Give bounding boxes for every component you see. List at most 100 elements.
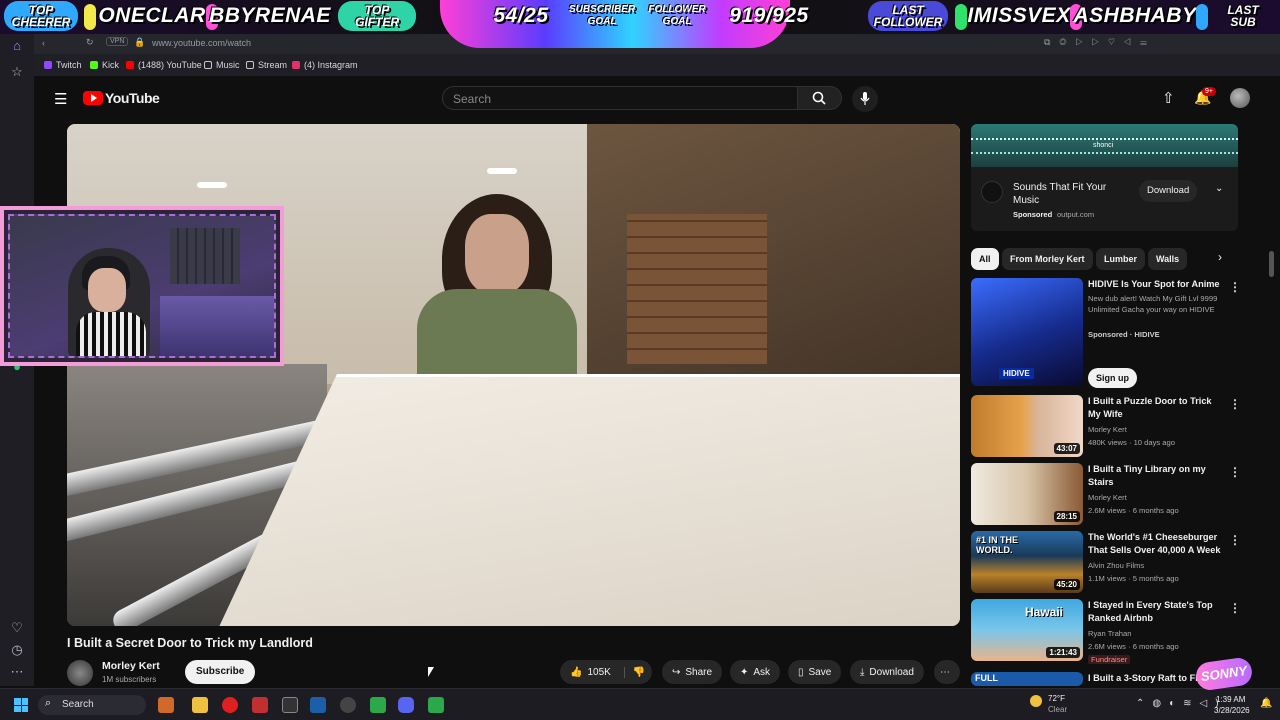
star-icon[interactable]: ☆	[9, 64, 25, 80]
windows-start-icon[interactable]	[14, 698, 28, 712]
sign-up-button[interactable]: Sign up	[1088, 368, 1137, 388]
taskbar-search[interactable]: ⌕ Search	[38, 695, 146, 715]
bookmark-instagram[interactable]: (4) Instagram	[292, 60, 358, 70]
save-button[interactable]: ▯ Save	[788, 660, 842, 684]
video-title[interactable]: HIDIVE Is Your Spot for Anime	[1088, 278, 1223, 291]
scrollbar-thumb[interactable]	[1269, 251, 1274, 277]
bookmark-kick[interactable]: Kick	[90, 60, 119, 70]
chip-from-channel[interactable]: From Morley Kert	[1002, 248, 1093, 270]
more-options-icon[interactable]: ⋮	[1229, 465, 1241, 479]
more-actions-button[interactable]: ⋯	[934, 660, 960, 684]
notification-center-icon[interactable]: 🔔	[1260, 698, 1272, 709]
discord-icon[interactable]	[398, 697, 414, 713]
clock-time[interactable]: 1:39 AM	[1216, 695, 1245, 704]
youtube-logo-text[interactable]: YouTube	[105, 90, 160, 106]
channel-avatar[interactable]	[67, 660, 93, 686]
video-title[interactable]: I Built a Tiny Library on my Stairs	[1088, 463, 1223, 489]
chip-all[interactable]: All	[971, 248, 999, 270]
waveform-line	[971, 152, 1238, 154]
like-button[interactable]: 👍 105K 👎	[560, 660, 652, 684]
chevron-down-icon[interactable]: ⌄	[1215, 183, 1223, 194]
sparkle-icon: ✦	[740, 666, 749, 678]
subscriber-count: 1M subscribers	[102, 675, 157, 684]
list-item[interactable]: 43:07 I Built a Puzzle Door to Trick My …	[971, 395, 1251, 459]
video-title[interactable]: The World's #1 Cheeseburger That Sells O…	[1088, 531, 1223, 557]
thumbs-down-icon[interactable]: 👎	[623, 666, 645, 678]
bookmark-twitch[interactable]: Twitch	[44, 60, 82, 70]
lock-icon: 🔒	[134, 37, 146, 47]
ad-title[interactable]: Sounds That Fit Your Music	[1013, 181, 1123, 207]
search-input[interactable]: Search	[442, 86, 798, 110]
video-thumbnail[interactable]: HIDIVE	[971, 278, 1083, 386]
video-title[interactable]: I Built a Puzzle Door to Trick My Wife	[1088, 395, 1223, 421]
share-button[interactable]: ↪ Share	[662, 660, 723, 684]
youtube-page: ☰ YouTube Search ⇧ 🔔 9+ I Built a Secret…	[34, 76, 1280, 686]
more-options-icon[interactable]: ⋮	[1229, 280, 1241, 294]
ad-logo	[981, 181, 1003, 203]
app-icon[interactable]	[252, 697, 268, 713]
video-thumbnail[interactable]: Hawaii 1:21:43	[971, 599, 1083, 661]
clock-date[interactable]: 3/28/2026	[1214, 706, 1250, 715]
more-options-icon[interactable]: ⋮	[1229, 397, 1241, 411]
youtube-icon	[126, 61, 134, 69]
bookmark-stream[interactable]: Stream	[246, 60, 287, 70]
bookmark-music[interactable]: Music	[204, 60, 240, 70]
download-button[interactable]: ⤓ Download	[850, 660, 924, 684]
menu-icon[interactable]: ☰	[54, 90, 67, 108]
kick-icon	[90, 61, 98, 69]
video-thumbnail[interactable]: FULL	[971, 672, 1083, 686]
chevron-right-icon[interactable]: ›	[1218, 250, 1222, 264]
app-icon[interactable]	[340, 697, 356, 713]
follower-goal-label: FOLLOWER GOAL	[648, 4, 706, 27]
video-title[interactable]: I Stayed in Every State's Top Ranked Air…	[1088, 599, 1223, 625]
more-options-icon[interactable]: ⋮	[1229, 601, 1241, 615]
video-thumbnail[interactable]: 43:07	[971, 395, 1083, 457]
ad-download-button[interactable]: Download	[1139, 180, 1198, 202]
system-tray-icons[interactable]: ⌃◍◐≋◁)	[1136, 698, 1227, 709]
upload-icon[interactable]: ⇧	[1162, 89, 1175, 107]
xbox-icon[interactable]	[428, 697, 444, 713]
chip-lumber[interactable]: Lumber	[1096, 248, 1146, 270]
avatar[interactable]	[1230, 88, 1250, 108]
bookmark-label: Stream	[258, 60, 288, 70]
chip-walls[interactable]: Walls	[1148, 248, 1188, 270]
search-button[interactable]	[798, 86, 842, 110]
epic-games-icon[interactable]	[282, 697, 298, 713]
history-icon[interactable]: ◷	[9, 642, 25, 658]
thumbnail-text: #1 IN THE WORLD.	[976, 535, 1019, 555]
ad-card[interactable]: Sounds That Fit Your Music Sponsored out…	[971, 167, 1238, 231]
weather-temp[interactable]: 72°F	[1048, 694, 1065, 703]
video-player[interactable]	[67, 124, 960, 626]
more-icon[interactable]: ⋯	[9, 664, 25, 680]
back-icon[interactable]: ‹	[42, 38, 45, 48]
channel-name[interactable]: Morley Kert	[102, 660, 160, 672]
video-thumbnail[interactable]: #1 IN THE WORLD. 45:20	[971, 531, 1083, 593]
more-options-icon[interactable]: ⋮	[1229, 533, 1241, 547]
opera-browser-icon[interactable]	[222, 697, 238, 713]
voice-search-button[interactable]	[852, 86, 878, 112]
follower-goal-value: 919/925	[729, 4, 809, 27]
list-item[interactable]: 28:15 I Built a Tiny Library on my Stair…	[971, 463, 1251, 527]
ask-button[interactable]: ✦ Ask	[730, 660, 781, 684]
url-text[interactable]: www.youtube.com/watch	[152, 38, 251, 48]
xbox-icon[interactable]	[370, 697, 386, 713]
list-item[interactable]: HIDIVE HIDIVE Is Your Spot for Anime New…	[971, 278, 1251, 388]
list-item[interactable]: Hawaii 1:21:43 I Stayed in Every State's…	[971, 599, 1251, 669]
heart-icon[interactable]: ♡	[9, 620, 25, 636]
ceiling-light	[487, 168, 517, 174]
vpn-badge[interactable]: VPN	[106, 37, 129, 46]
reload-icon[interactable]: ↻	[86, 37, 94, 48]
weather-icon[interactable]	[1030, 695, 1042, 707]
youtube-logo-icon[interactable]	[83, 91, 103, 105]
steam-icon[interactable]	[310, 697, 326, 713]
home-icon[interactable]: ⌂	[9, 38, 25, 54]
file-explorer-icon[interactable]	[192, 697, 208, 713]
app-icon[interactable]	[158, 697, 174, 713]
browser-toolbar-icons[interactable]: ⧉◎▷▷♡◁☰	[1044, 37, 1156, 48]
ad-banner-image[interactable]: shonci	[971, 124, 1238, 167]
list-item[interactable]: #1 IN THE WORLD. 45:20 The World's #1 Ch…	[971, 531, 1251, 595]
overlay-divider	[84, 4, 96, 30]
subscribe-button[interactable]: Subscribe	[185, 660, 256, 684]
video-thumbnail[interactable]: 28:15	[971, 463, 1083, 525]
bookmark-youtube[interactable]: (1488) YouTube	[126, 60, 202, 70]
